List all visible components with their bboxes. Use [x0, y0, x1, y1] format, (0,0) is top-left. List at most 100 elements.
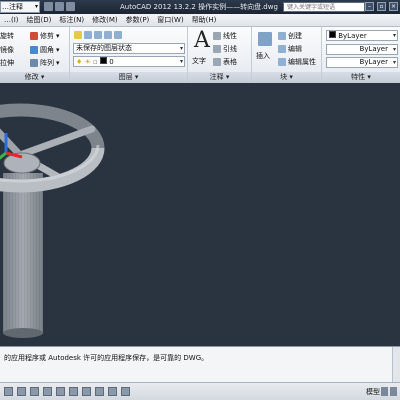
- insert-block-icon[interactable]: [258, 32, 272, 46]
- create-block-tool[interactable]: 创建: [278, 30, 302, 42]
- mirror-tool[interactable]: 镜像: [0, 44, 14, 56]
- layer-state-dropdown[interactable]: 未保存的图层状态 ▾: [73, 43, 185, 54]
- menu-bar: …(I) 绘图(D) 标注(N) 修改(M) 参数(P) 窗口(W) 帮助(H): [0, 14, 400, 27]
- create-block-icon: [278, 32, 286, 40]
- save-icon[interactable]: [66, 2, 75, 11]
- table-tool[interactable]: 表格: [213, 56, 237, 68]
- layer-tool-icon[interactable]: [94, 31, 102, 39]
- quick-properties-toggle-icon[interactable]: [121, 387, 130, 396]
- open-file-icon[interactable]: [55, 2, 64, 11]
- dyn-toggle-icon[interactable]: [95, 387, 104, 396]
- stretch-tool[interactable]: 拉伸: [0, 57, 14, 69]
- mirror-label: 镜像: [0, 46, 14, 54]
- app-title: AutoCAD 2012 13.2.2 操作实例——转向盘.dwg: [120, 3, 278, 11]
- drawing-canvas[interactable]: [0, 83, 400, 346]
- menu-item-tools[interactable]: …(I): [0, 16, 23, 24]
- title-bar: …注释 ▾ AutoCAD 2012 13.2.2 操作实例——转向盘.dwg …: [0, 0, 400, 14]
- linetype-dropdown[interactable]: ByLayer ▾: [326, 44, 398, 55]
- layer-tool-icon[interactable]: [114, 31, 122, 39]
- chevron-down-icon: ▾: [392, 59, 396, 66]
- text-icon[interactable]: A: [194, 30, 210, 52]
- ducs-toggle-icon[interactable]: [82, 387, 91, 396]
- command-line[interactable]: 的应用程序或 Autodesk 许可的应用程序保存，是可靠的 DWG。: [0, 346, 400, 383]
- annotation-panel: A 文字 线性 引线 表格 注释 ▾: [188, 27, 252, 83]
- menu-item-parametric[interactable]: 参数(P): [122, 15, 154, 25]
- layer-properties-icon[interactable]: [74, 31, 82, 39]
- properties-panel: ByLayer ▾ ByLayer ▾ ByLayer ▾ 特性 ▾: [322, 27, 400, 83]
- properties-panel-label[interactable]: 特性 ▾: [322, 72, 400, 83]
- layout-icon[interactable]: [381, 387, 388, 396]
- rotate-tool[interactable]: 旋转: [0, 30, 14, 42]
- insert-button[interactable]: 插入: [256, 50, 270, 62]
- snap-toggle-icon[interactable]: [4, 387, 13, 396]
- menu-item-modify[interactable]: 修改(M): [88, 15, 122, 25]
- minimize-icon[interactable]: –: [365, 2, 374, 11]
- fillet-icon: [30, 46, 38, 54]
- layer-tool-icon[interactable]: [84, 31, 92, 39]
- leader-tool[interactable]: 引线: [213, 43, 237, 55]
- menu-item-draw[interactable]: 绘图(D): [23, 15, 56, 25]
- lineweight-dropdown[interactable]: ByLayer ▾: [326, 57, 398, 68]
- grid-toggle-icon[interactable]: [17, 387, 26, 396]
- lock-icon: ▫: [93, 58, 98, 66]
- text-button[interactable]: 文字: [192, 55, 206, 67]
- chevron-down-icon: ▾: [56, 32, 60, 40]
- current-layer-value: 0: [109, 58, 114, 66]
- array-label: 阵列: [40, 59, 54, 67]
- edit-block-label: 编辑: [288, 45, 302, 53]
- color-dropdown[interactable]: ByLayer ▾: [326, 30, 398, 41]
- linear-dimension-label: 线性: [223, 32, 237, 40]
- lineweight-toggle-icon[interactable]: [108, 387, 117, 396]
- polar-toggle-icon[interactable]: [43, 387, 52, 396]
- fillet-label: 圆角: [40, 46, 54, 54]
- current-layer-dropdown[interactable]: ♦ ☀ ▫ 0 ▾: [73, 56, 185, 67]
- close-icon[interactable]: ×: [389, 2, 398, 11]
- modify-panel-label[interactable]: 修改 ▾: [0, 72, 69, 83]
- layers-panel-label[interactable]: 图层 ▾: [70, 72, 187, 83]
- new-file-icon[interactable]: [44, 2, 53, 11]
- layout-icon[interactable]: [390, 387, 397, 396]
- osnap-toggle-icon[interactable]: [56, 387, 65, 396]
- leader-label: 引线: [223, 45, 237, 53]
- trim-tool[interactable]: 修剪 ▾: [30, 30, 60, 42]
- menu-item-dimension[interactable]: 标注(N): [55, 15, 88, 25]
- model-space-button[interactable]: 模型: [366, 387, 380, 397]
- create-block-label: 创建: [288, 32, 302, 40]
- otrack-toggle-icon[interactable]: [69, 387, 78, 396]
- array-icon: [30, 59, 38, 67]
- menu-item-help[interactable]: 帮助(H): [188, 15, 221, 25]
- rotate-label: 旋转: [0, 32, 14, 40]
- restore-icon[interactable]: ▫: [377, 2, 386, 11]
- table-label: 表格: [223, 58, 237, 66]
- layer-tool-icon[interactable]: [104, 31, 112, 39]
- properties-panel-title: 特性: [351, 73, 366, 81]
- trim-label: 修剪: [40, 32, 54, 40]
- block-panel-label[interactable]: 块 ▾: [252, 72, 321, 83]
- trim-icon: [30, 32, 38, 40]
- layers-panel: 未保存的图层状态 ▾ ♦ ☀ ▫ 0 ▾ 图层 ▾: [70, 27, 188, 83]
- layers-panel-title: 图层: [118, 73, 133, 81]
- linear-dimension-icon: [213, 32, 221, 40]
- workspace-dropdown[interactable]: …注释 ▾: [0, 1, 40, 13]
- command-history-text: 的应用程序或 Autodesk 许可的应用程序保存，是可靠的 DWG。: [4, 354, 209, 362]
- chevron-down-icon: ▾: [34, 3, 38, 10]
- menu-item-window[interactable]: 窗口(W): [153, 15, 187, 25]
- edit-attributes-icon: [278, 58, 286, 66]
- workspace-label: …注释: [2, 3, 23, 11]
- leader-icon: [213, 45, 221, 53]
- annotation-panel-title: 注释: [209, 73, 224, 81]
- chevron-down-icon: ▾: [179, 45, 183, 52]
- edit-attributes-tool[interactable]: 编辑属性: [278, 56, 316, 68]
- linear-dimension-tool[interactable]: 线性: [213, 30, 237, 42]
- linetype-value: ByLayer: [359, 45, 388, 53]
- edit-block-tool[interactable]: 编辑: [278, 43, 302, 55]
- chevron-down-icon: ▾: [179, 58, 183, 65]
- annotation-panel-label[interactable]: 注释 ▾: [188, 72, 251, 83]
- command-line-scrollbar[interactable]: [392, 347, 400, 383]
- fillet-tool[interactable]: 圆角 ▾: [30, 44, 60, 56]
- array-tool[interactable]: 阵列 ▾: [30, 57, 60, 69]
- ortho-toggle-icon[interactable]: [30, 387, 39, 396]
- modify-panel-title: 修改: [24, 73, 39, 81]
- table-icon: [213, 58, 221, 66]
- help-search-input[interactable]: 键入关键字或短语: [283, 2, 365, 12]
